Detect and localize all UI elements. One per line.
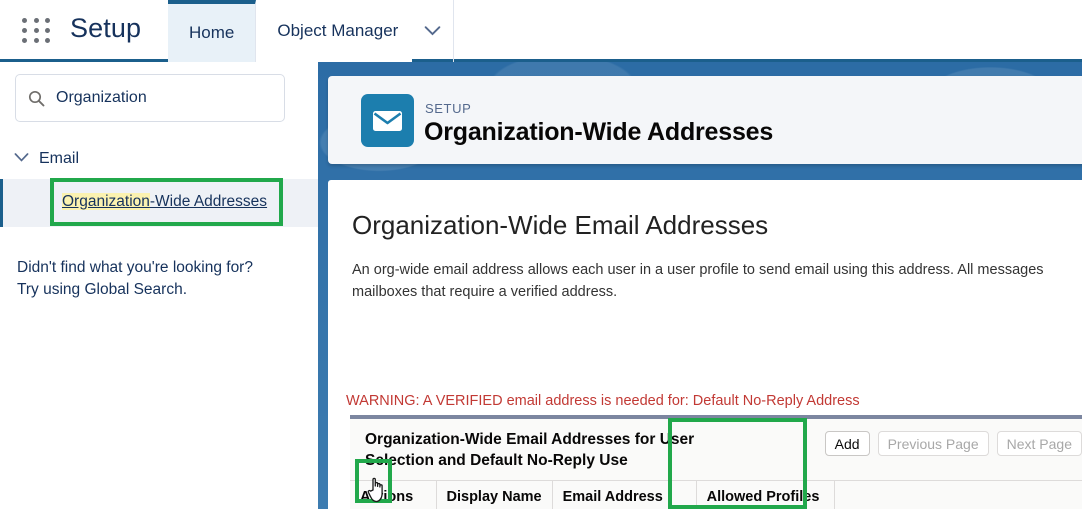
main-content-area: SETUP Organization-Wide Addresses Organi…: [318, 62, 1082, 509]
related-list-header: Organization-Wide Email Addresses for Us…: [350, 419, 1082, 481]
sidebar-hint: Didn't find what you're looking for? Try…: [17, 257, 297, 301]
tab-object-manager[interactable]: Object Manager: [256, 0, 413, 62]
page-title: Organization-Wide Email Addresses: [352, 210, 769, 240]
tab-object-manager-label: Object Manager: [277, 21, 399, 40]
column-header-actions[interactable]: Actions: [350, 481, 437, 509]
sidebar-item-organization-wide-addresses[interactable]: Organization-Wide Addresses: [62, 193, 267, 211]
search-match-highlight: Organization: [62, 193, 150, 210]
search-icon: [16, 90, 56, 107]
sidebar-hint-line1: Didn't find what you're looking for?: [17, 259, 253, 276]
add-button[interactable]: Add: [824, 431, 870, 456]
column-header-extra: [834, 481, 1082, 509]
related-list-buttons: Add Previous Page Next Page: [824, 431, 1082, 456]
setup-title: Setup: [70, 13, 142, 43]
content-panel: Organization-Wide Email Addresses An org…: [328, 180, 1082, 509]
page-header-title: Organization-Wide Addresses: [424, 118, 774, 146]
page-eyebrow: SETUP: [425, 101, 472, 116]
addresses-table: Actions Display Name Email Address Allow…: [350, 481, 1082, 509]
chevron-down-icon: [14, 150, 29, 168]
previous-page-button[interactable]: Previous Page: [877, 431, 989, 456]
tab-home-label: Home: [189, 23, 235, 42]
related-list-title: Organization-Wide Email Addresses for Us…: [365, 431, 695, 470]
page-description: An org-wide email address allows each us…: [352, 262, 1044, 300]
app-launcher-grid-icon[interactable]: [22, 18, 52, 44]
related-list: Organization-Wide Email Addresses for Us…: [350, 415, 1082, 509]
page-header-card: SETUP Organization-Wide Addresses: [328, 76, 1082, 164]
sidebar-hint-line2: Try using Global Search.: [17, 281, 188, 298]
column-header-allowed-profiles[interactable]: Allowed Profiles: [696, 481, 835, 509]
sidebar-section-email[interactable]: Email: [14, 150, 79, 168]
search-input[interactable]: [56, 89, 266, 107]
quick-find-search-box[interactable]: [15, 74, 285, 122]
table-header-row: Actions Display Name Email Address Allow…: [350, 481, 1082, 509]
chevron-down-icon[interactable]: [412, 0, 455, 62]
column-header-email-address[interactable]: Email Address: [552, 481, 697, 509]
setup-sidebar: Email Organization-Wide Addresses Didn't…: [0, 62, 318, 509]
global-nav-tabs: Home Object Manager: [168, 0, 455, 62]
column-header-display-name[interactable]: Display Name: [436, 481, 553, 509]
next-page-button[interactable]: Next Page: [996, 431, 1082, 456]
sidebar-item-label-rest: -Wide Addresses: [149, 193, 268, 210]
tab-home[interactable]: Home: [168, 0, 257, 62]
email-envelope-icon: [361, 94, 414, 147]
warning-message: WARNING: A VERIFIED email address is nee…: [346, 393, 860, 409]
global-header: Setup Home Object Manager: [0, 0, 1082, 62]
sidebar-section-label: Email: [39, 150, 80, 167]
